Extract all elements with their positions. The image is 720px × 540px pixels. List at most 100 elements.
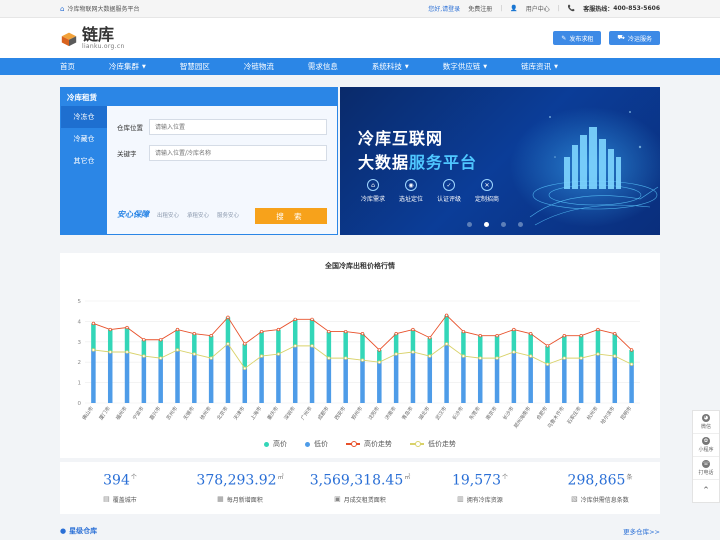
x-tick-label: 郑州海南市 — [512, 405, 532, 430]
nav-label: 需求信息 — [307, 62, 338, 71]
x-tick-label: 厦门市 — [98, 405, 112, 421]
float-miniprogram[interactable]: ✿ 小程序 — [693, 434, 719, 457]
bar-low-price — [393, 354, 399, 403]
float-wechat[interactable]: ◕ 微信 — [693, 411, 719, 434]
legend-high-price[interactable]: 高价 — [264, 439, 287, 449]
cold-transport-button[interactable]: ⛟ 冷运服务 — [609, 31, 660, 45]
bar-low-price — [141, 356, 147, 403]
bar-low-price — [242, 368, 248, 403]
legend-high-trend[interactable]: 高价走势 — [346, 439, 392, 449]
x-tick-label: 沈阳市 — [367, 405, 381, 421]
nav-label: 冷链物流 — [243, 62, 274, 71]
carousel-dot[interactable] — [518, 222, 523, 227]
feature-certify: ✓ 认证评级 — [434, 179, 464, 203]
x-tick-label: 徐州市 — [198, 405, 212, 421]
map-icon: ▤ — [103, 495, 110, 504]
stat-label: 每月新增面积 — [226, 496, 263, 504]
search-button[interactable]: 搜 索 — [255, 208, 327, 224]
point-low-trend — [108, 350, 112, 354]
point-high-trend — [159, 338, 163, 342]
keyword-input[interactable] — [149, 145, 327, 161]
feature-label: 冷库需求 — [360, 196, 385, 203]
point-high-trend — [461, 329, 466, 334]
point-high-trend — [125, 325, 129, 330]
bar-low-price — [545, 364, 550, 403]
x-tick-label: 上海市 — [249, 405, 263, 421]
register-link[interactable]: 免费注册 — [468, 4, 492, 13]
nav-cold-cluster[interactable]: 冷库集群 ▼ — [109, 61, 146, 72]
bar-low-price — [410, 352, 416, 403]
banner-features: ⌂ 冷库需求 ◉ 选址定位 ✓ 认证评级 ✕ 定制招商 — [358, 179, 502, 203]
login-link[interactable]: 您好,请登录 — [428, 4, 460, 13]
location-input[interactable] — [149, 119, 327, 135]
point-high-trend — [579, 334, 583, 338]
logo[interactable]: 链库 lianku.org.cn — [60, 26, 125, 50]
point-low-trend — [125, 350, 129, 354]
point-low-trend — [327, 356, 331, 360]
back-to-top-button[interactable]: ⌃ — [693, 480, 719, 502]
point-high-trend — [293, 317, 297, 322]
tools-icon: ✕ — [481, 179, 493, 191]
point-low-trend — [495, 356, 499, 360]
point-low-trend — [613, 354, 617, 358]
x-tick-label: 成都市 — [316, 405, 330, 421]
guarantee-item: 服务安心 — [217, 212, 240, 219]
edit-icon: ✎ — [561, 34, 567, 42]
bar-high-price — [360, 333, 365, 361]
carousel-dot[interactable] — [501, 222, 506, 227]
stat-unit: ㎡ — [277, 474, 284, 482]
nav-news[interactable]: 链库资讯 ▼ — [521, 61, 558, 72]
point-low-trend — [394, 352, 398, 356]
x-tick-label: 长沙市 — [501, 405, 515, 421]
point-low-trend — [259, 354, 264, 358]
chevron-down-icon: ▼ — [554, 63, 558, 70]
tab-freezer[interactable]: 冷冻仓 — [61, 106, 107, 128]
legend-label: 低价 — [314, 440, 328, 448]
carousel-dot[interactable] — [484, 222, 489, 227]
point-high-trend — [226, 315, 230, 319]
point-high-trend — [377, 348, 381, 352]
x-tick-label: 合肥市 — [535, 405, 549, 421]
bar-high-price — [528, 333, 533, 357]
nav-smart-park[interactable]: 智慧园区 — [180, 61, 210, 72]
float-phone[interactable]: ☏ 打电话 — [693, 457, 719, 480]
hero-banner[interactable]: 冷库互联网 大数据服务平台 ⌂ 冷库需求 ◉ 选址定位 ✓ 认证评级 ✕ 定制招商 — [340, 87, 660, 235]
point-low-trend — [310, 344, 314, 348]
more-warehouses-link[interactable]: 更多仓库>> — [623, 526, 660, 536]
nav-digital-supply[interactable]: 数字供应链 ▼ — [443, 61, 487, 72]
nav-home[interactable]: 首页 — [60, 61, 75, 72]
location-label: 仓库位置 — [117, 124, 143, 132]
x-tick-label: 重庆市 — [266, 405, 280, 421]
nav-demand[interactable]: 需求信息 — [308, 61, 338, 72]
point-low-trend — [545, 362, 550, 366]
nav-system-tech[interactable]: 系统科技 ▼ — [372, 61, 409, 72]
legend-low-trend[interactable]: 低价走势 — [410, 439, 456, 449]
tab-chiller[interactable]: 冷藏仓 — [61, 128, 107, 150]
bar-high-price — [309, 319, 315, 346]
bar-low-price — [192, 354, 197, 403]
tab-other[interactable]: 其它仓 — [61, 150, 107, 172]
x-tick-label: 天津市 — [232, 405, 246, 421]
bar-low-price — [107, 352, 113, 403]
feature-demand: ⌂ 冷库需求 — [358, 179, 388, 203]
nav-label: 系统科技 — [371, 62, 402, 71]
stat-unit: 个 — [130, 474, 137, 482]
point-low-trend — [142, 354, 146, 358]
cold-transport-label: 冷运服务 — [627, 35, 652, 43]
x-tick-label: 福州市 — [114, 405, 128, 421]
publish-rent-button[interactable]: ✎ 发布求租 — [553, 31, 602, 45]
carousel-dot[interactable] — [467, 222, 472, 227]
guarantee-row: 安心保障 出租安心 承租安心 服务安心 — [117, 209, 239, 220]
user-icon: 👤 — [510, 5, 518, 12]
user-center-link[interactable]: 用户中心 — [526, 4, 550, 13]
y-tick-label: 2 — [78, 360, 82, 366]
legend-low-price[interactable]: 低价 — [305, 439, 328, 449]
stat-new-area: 378,293.92㎡ ▦ 每月新增面积 — [180, 462, 300, 514]
guarantee-title: 安心保障 — [117, 210, 149, 219]
x-tick-label: 乌鲁木齐市 — [546, 405, 566, 430]
bar-low-price — [494, 358, 500, 403]
bar-low-price — [91, 349, 96, 403]
site-name: 冷库物联网大数据服务平台 — [67, 6, 140, 13]
nav-cold-logistics[interactable]: 冷链物流 — [244, 61, 274, 72]
home-icon: ⌂ — [367, 179, 379, 191]
